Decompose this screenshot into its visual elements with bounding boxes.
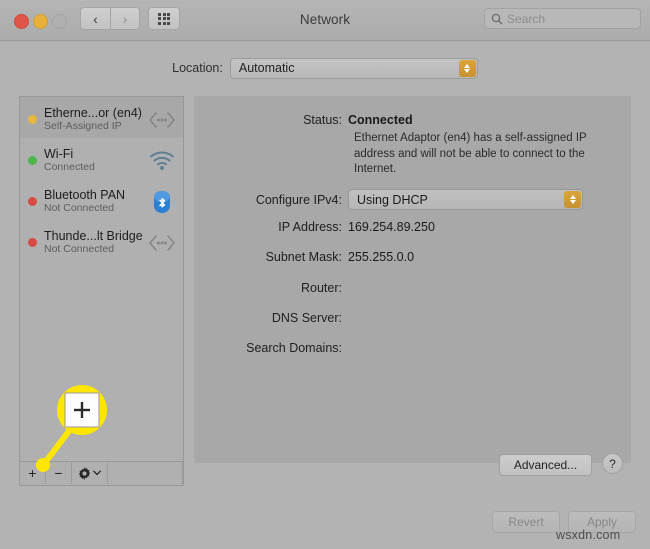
dns-server-label: DNS Server: [271, 311, 342, 325]
dns-server-row: DNS Server: [194, 311, 631, 325]
ip-address-value: 169.254.89.250 [348, 220, 435, 234]
service-status: Not Connected [44, 243, 115, 255]
search-domains-label: Search Domains: [246, 341, 342, 355]
location-dropdown[interactable]: Automatic [229, 57, 478, 79]
location-value: Automatic [238, 61, 295, 75]
sidebar-toolbar-spacer [108, 462, 183, 484]
sidebar-toolbar: + − [20, 461, 183, 485]
configure-ipv4-dropdown[interactable]: Using DHCP [348, 189, 583, 210]
chevron-down-icon [93, 470, 101, 476]
status-dot-not-connected [28, 197, 37, 206]
subnet-mask-row: Subnet Mask: 255.255.0.0 [194, 250, 631, 264]
ethernet-icon [147, 230, 177, 256]
service-row-bluetooth-pan[interactable]: Bluetooth PAN Not Connected [20, 179, 183, 220]
service-name: Thunde...lt Bridge [44, 229, 143, 243]
watermark: wsxdn.com [556, 528, 621, 542]
remove-service-button[interactable]: − [46, 462, 72, 484]
location-row: Location: Automatic [0, 56, 650, 80]
subnet-mask-label: Subnet Mask: [265, 250, 342, 264]
service-details-panel: Status: Connected Ethernet Adaptor (en4)… [194, 96, 631, 476]
service-status: Connected [44, 161, 95, 173]
status-row: Status: Connected [194, 113, 631, 127]
wifi-icon [147, 148, 177, 174]
status-dot-connected [28, 156, 37, 165]
service-actions-button[interactable] [72, 462, 108, 484]
search-icon [491, 13, 503, 24]
service-name: Bluetooth PAN [44, 188, 126, 202]
status-dot-not-connected [28, 238, 37, 247]
window-titlebar: ‹ › Network [0, 0, 650, 41]
configure-ipv4-row: Configure IPv4: Using DHCP [194, 189, 631, 210]
location-stepper-icon[interactable] [458, 59, 476, 77]
status-description: Ethernet Adaptor (en4) has a self-assign… [354, 132, 587, 175]
configure-ipv4-stepper-icon[interactable] [564, 191, 581, 208]
advanced-button[interactable]: Advanced... [499, 454, 592, 476]
network-preferences-window: ‹ › Network Location: Automatic [0, 0, 650, 549]
service-row-ethernet[interactable]: Etherne...or (en4) Self-Assigned IP [20, 97, 183, 138]
service-status: Not Connected [44, 202, 115, 214]
gear-icon [78, 466, 91, 480]
router-row: Router: [194, 281, 631, 295]
service-status: Self-Assigned IP [44, 120, 122, 132]
service-row-thunderbolt-bridge[interactable]: Thunde...lt Bridge Not Connected [20, 220, 183, 261]
service-row-wifi[interactable]: Wi-Fi Connected [20, 138, 183, 179]
search-field[interactable] [484, 8, 641, 29]
network-services-list[interactable]: Etherne...or (en4) Self-Assigned IP Wi-F… [20, 97, 183, 462]
service-name: Etherne...or (en4) [44, 106, 142, 120]
ip-address-label: IP Address: [278, 220, 342, 234]
add-service-button[interactable]: + [20, 462, 46, 484]
router-label: Router: [301, 281, 342, 295]
location-label: Location: [172, 61, 223, 75]
status-value: Connected [348, 113, 413, 127]
plus-icon: + [28, 465, 37, 481]
ip-address-row: IP Address: 169.254.89.250 [194, 220, 631, 234]
ethernet-icon [147, 107, 177, 133]
network-services-sidebar: Etherne...or (en4) Self-Assigned IP Wi-F… [19, 96, 184, 486]
search-input[interactable] [507, 11, 617, 26]
minus-icon: − [54, 465, 63, 481]
status-label: Status: [303, 113, 342, 127]
bluetooth-icon [147, 189, 177, 215]
revert-button[interactable]: Revert [492, 511, 560, 533]
subnet-mask-value: 255.255.0.0 [348, 250, 415, 264]
service-name: Wi-Fi [44, 147, 74, 161]
configure-ipv4-value: Using DHCP [357, 192, 428, 207]
search-domains-row: Search Domains: [194, 341, 631, 355]
configure-ipv4-label: Configure IPv4: [255, 192, 342, 207]
status-dot-self-assigned [28, 115, 37, 124]
help-button[interactable]: ? [602, 453, 623, 474]
